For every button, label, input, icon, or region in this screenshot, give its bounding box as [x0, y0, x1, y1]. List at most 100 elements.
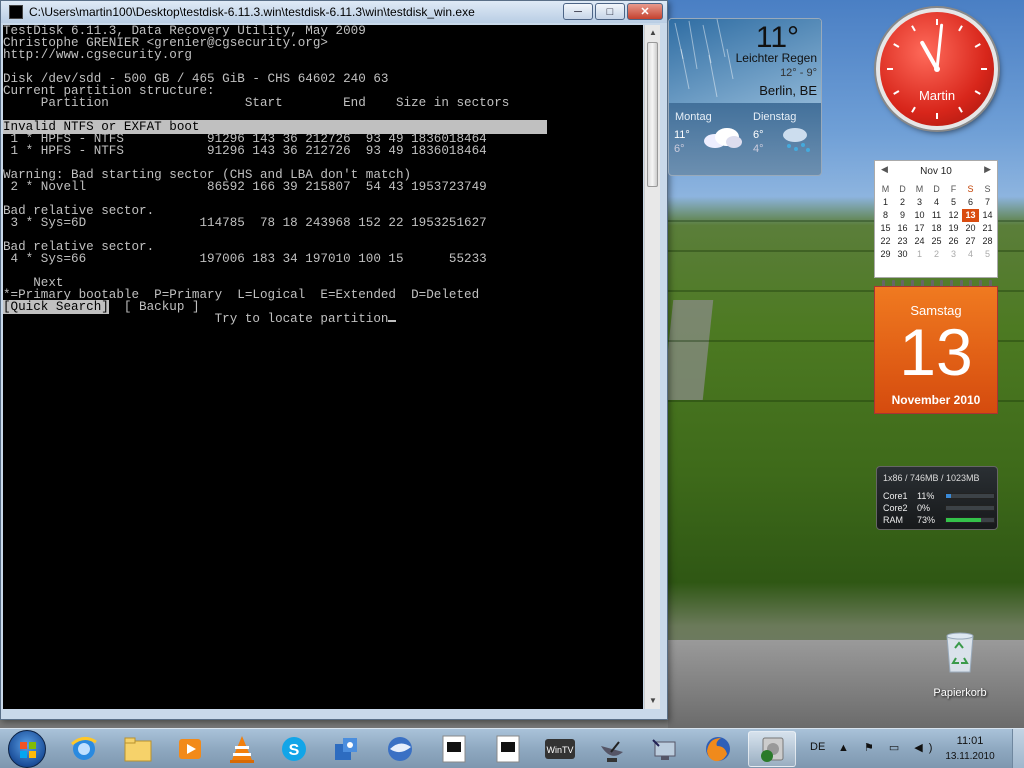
taskbar-disk-utility[interactable]: [748, 731, 796, 767]
clock-tick: [958, 25, 963, 32]
skype-icon: S: [282, 737, 306, 761]
calendar-day[interactable]: 15: [877, 222, 894, 235]
calendar-day[interactable]: 4: [928, 196, 945, 209]
scroll-down-icon[interactable]: ▼: [645, 693, 661, 709]
scrollbar-thumb[interactable]: [647, 42, 658, 187]
calendar-day[interactable]: 2: [928, 248, 945, 261]
start-button[interactable]: [8, 730, 46, 768]
calendar-day[interactable]: 28: [979, 235, 996, 248]
calendar-gadget[interactable]: ◀ Nov 10 ▶ M D M D F S S 1 2 3 4 5 6 7 8 9 10 11 12 13 14 15 1…: [874, 156, 998, 416]
thunderbird-icon: [388, 737, 412, 761]
taskbar-vlc[interactable]: [218, 731, 266, 767]
calendar-day[interactable]: 7: [979, 196, 996, 209]
taskbar-explorer[interactable]: [114, 731, 162, 767]
calendar-day[interactable]: 20: [962, 222, 979, 235]
clock-gadget[interactable]: Martin: [876, 8, 998, 130]
tray-icons[interactable]: ▲ ⚑ ▭ ◀): [838, 741, 938, 754]
show-desktop-button[interactable]: [1012, 729, 1024, 768]
calendar-day[interactable]: 1: [911, 248, 928, 261]
calendar-day[interactable]: 10: [911, 209, 928, 222]
next-month-icon[interactable]: ▶: [984, 164, 991, 175]
calendar-day[interactable]: 29: [877, 248, 894, 261]
taskbar-wintv[interactable]: WinTV: [536, 731, 584, 767]
calendar-day[interactable]: 4: [962, 248, 979, 261]
partition-row: 3 * Sys=6D 114785 78 18 243968 152 22 19…: [3, 216, 487, 230]
taskbar-firefox[interactable]: [694, 731, 742, 767]
taskbar-satellite[interactable]: [588, 731, 636, 767]
calendar-day[interactable]: 19: [945, 222, 962, 235]
calendar-day[interactable]: 17: [911, 222, 928, 235]
cpu-meter-header: 1x86 / 746MB / 1023MB: [883, 473, 980, 483]
forecast-day-2-high: 6°: [753, 129, 764, 141]
scroll-up-icon[interactable]: ▲: [645, 25, 661, 41]
calendar-day[interactable]: 9: [894, 209, 911, 222]
clock-tick: [911, 106, 916, 113]
calendar-day[interactable]: 11: [928, 209, 945, 222]
cpu-row-bar: [945, 517, 995, 523]
calendar-day[interactable]: 12: [945, 209, 962, 222]
taskbar-remote-desktop[interactable]: [640, 731, 688, 767]
wintv-icon: WinTV: [545, 739, 575, 759]
clock-face-icon: [887, 19, 987, 119]
calendar-day[interactable]: 24: [911, 235, 928, 248]
cpu-row-percent: 11%: [917, 491, 935, 501]
calendar-day[interactable]: 3: [945, 248, 962, 261]
calendar-day[interactable]: 14: [979, 209, 996, 222]
calendar-day[interactable]: 3: [911, 196, 928, 209]
recycle-bin[interactable]: Papierkorb: [926, 630, 994, 700]
calendar-day[interactable]: 25: [928, 235, 945, 248]
clock-tick: [893, 43, 900, 48]
calendar-grid: M D M D F S S 1 2 3 4 5 6 7 8 9 10 11 12 13 14 15 16 17 18 19 20 21…: [877, 183, 997, 261]
vertical-scrollbar[interactable]: ▲ ▼: [644, 25, 660, 709]
calendar-day[interactable]: 26: [945, 235, 962, 248]
calendar-day[interactable]: 27: [962, 235, 979, 248]
road-background: [662, 300, 714, 400]
calendar-day[interactable]: 1: [877, 196, 894, 209]
testdisk-console-window[interactable]: C:\Users\martin100\Desktop\testdisk-6.11…: [0, 0, 668, 720]
windows-logo-icon: [20, 742, 36, 758]
calendar-month-view: ◀ Nov 10 ▶ M D M D F S S 1 2 3 4 5 6 7 8 9 10 11 12 13 14 15 1…: [874, 160, 998, 278]
calendar-month-title: Nov 10: [920, 166, 952, 177]
internet-explorer-icon: [71, 737, 97, 760]
remote-desktop-icon: [652, 739, 676, 760]
media-player-icon: [179, 739, 201, 759]
calendar-day[interactable]: 16: [894, 222, 911, 235]
maximize-button[interactable]: □: [595, 3, 625, 20]
tray-clock-date[interactable]: 13.11.2010: [940, 751, 1000, 762]
clock-tick: [974, 43, 981, 48]
taskbar-thunderbird[interactable]: [376, 731, 424, 767]
taskbar-network-share[interactable]: [322, 731, 370, 767]
calendar-day[interactable]: 18: [928, 222, 945, 235]
minimize-button[interactable]: ─: [563, 3, 593, 20]
partition-row: 4 * Sys=66 197006 183 34 197010 100 15 5…: [3, 252, 487, 266]
cpu-row-bar-fill: [946, 494, 952, 498]
taskbar-console-1[interactable]: [430, 731, 478, 767]
calendar-day[interactable]: 8: [877, 209, 894, 222]
console-app-icon: [9, 5, 23, 19]
cpu-meter-gadget[interactable]: 1x86 / 746MB / 1023MB Core1 11% Core2 0%…: [876, 466, 998, 530]
cpu-row-bar: [945, 505, 995, 511]
satellite-dish-icon: [601, 741, 623, 762]
calendar-day[interactable]: 6: [962, 196, 979, 209]
console-output[interactable]: TestDisk 6.11.3, Data Recovery Utility, …: [3, 25, 643, 709]
taskbar-media-player[interactable]: [166, 731, 214, 767]
taskbar-console-2[interactable]: [484, 731, 532, 767]
calendar-day[interactable]: 23: [894, 235, 911, 248]
calendar-today[interactable]: 13: [962, 209, 979, 222]
calendar-weekday-header: D: [899, 184, 906, 194]
vlc-icon: [230, 736, 254, 763]
calendar-day[interactable]: 21: [979, 222, 996, 235]
taskbar-skype[interactable]: S: [270, 731, 318, 767]
calendar-day[interactable]: 30: [894, 248, 911, 261]
weather-gadget[interactable]: 11° Leichter Regen 12° - 9° Berlin, BE M…: [668, 18, 822, 176]
tray-clock-time[interactable]: 11:01: [940, 735, 1000, 747]
calendar-day[interactable]: 22: [877, 235, 894, 248]
calendar-day[interactable]: 5: [945, 196, 962, 209]
calendar-day[interactable]: 5: [979, 248, 996, 261]
calendar-day[interactable]: 2: [894, 196, 911, 209]
folder-icon: [124, 737, 152, 762]
close-button[interactable]: ✕: [627, 3, 663, 20]
taskbar-internet-explorer[interactable]: [60, 731, 108, 767]
language-indicator[interactable]: DE: [810, 741, 825, 753]
partition-row: 2 * Novell 86592 166 39 215807 54 43 195…: [3, 180, 487, 194]
